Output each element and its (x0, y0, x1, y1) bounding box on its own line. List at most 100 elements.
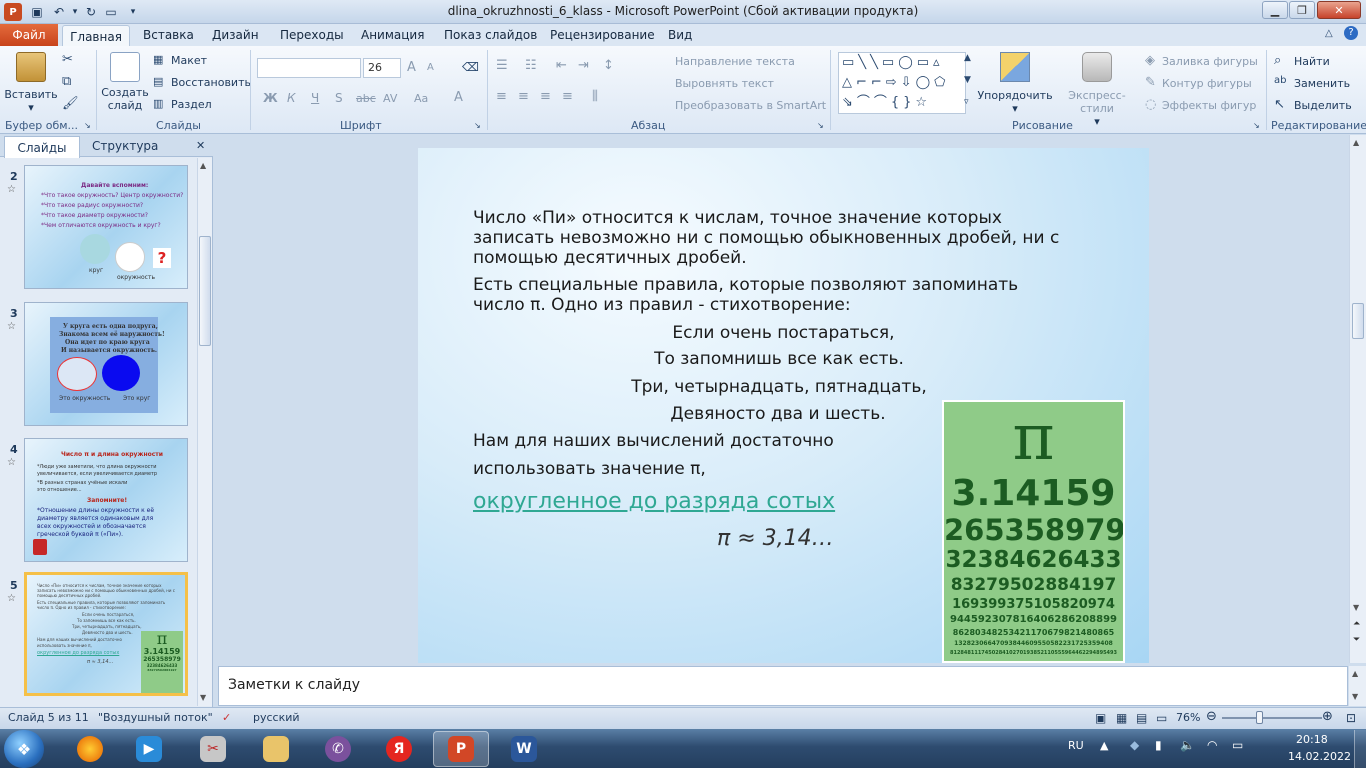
align-text-button[interactable]: Выровнять текст (675, 77, 774, 90)
copy-icon[interactable]: ⧉ (62, 74, 71, 89)
tray-app-icon[interactable]: ◆ (1130, 738, 1139, 752)
tab-design[interactable]: Дизайн (212, 28, 259, 42)
tab-animation[interactable]: Анимация (361, 28, 424, 42)
viber-taskbar-button[interactable]: ✆ (310, 731, 366, 767)
gallery-down-icon[interactable]: ▼ (964, 75, 971, 85)
gallery-more-icon[interactable]: ▿ (964, 97, 969, 107)
tab-home[interactable]: Главная (62, 25, 130, 47)
grow-font-button[interactable]: A (407, 60, 416, 75)
minimize-ribbon-icon[interactable]: △ (1325, 28, 1333, 39)
scroll-down-icon[interactable]: ▼ (1353, 603, 1359, 612)
format-painter-icon[interactable]: 🖌 (62, 96, 79, 111)
volume-icon[interactable]: 🔈 (1180, 738, 1195, 752)
line-spacing-icon[interactable]: ↕ (603, 58, 614, 73)
start-button[interactable]: ❖ (4, 730, 44, 768)
bold-button[interactable]: Ж (263, 91, 278, 105)
scrollbar-thumb[interactable] (199, 236, 211, 346)
scroll-up-icon[interactable]: ▲ (200, 161, 206, 170)
fit-to-window-icon[interactable]: ⊡ (1346, 711, 1356, 725)
battery-icon[interactable]: ▭ (1232, 738, 1243, 752)
firefox-taskbar-button[interactable] (62, 731, 118, 767)
scroll-up-icon[interactable]: ▲ (1352, 669, 1358, 678)
dialog-launcher-icon[interactable]: ↘ (84, 121, 91, 130)
tab-file[interactable]: Файл (0, 24, 58, 46)
theme-name[interactable]: "Воздушный поток" (98, 711, 213, 724)
show-desktop-button[interactable] (1354, 730, 1366, 768)
convert-smartart-button[interactable]: Преобразовать в SmartArt (675, 99, 826, 112)
zoom-in-icon[interactable]: ⊕ (1322, 709, 1333, 724)
section-button[interactable]: Раздел (171, 98, 212, 111)
close-pane-icon[interactable]: ✕ (196, 139, 205, 152)
font-size-combo[interactable]: 26 (363, 58, 401, 78)
notes-scrollbar[interactable]: ▲ ▼ (1349, 666, 1366, 706)
tools-taskbar-button[interactable]: ✂ (185, 731, 241, 767)
tab-outline[interactable]: Структура (92, 139, 158, 153)
dialog-launcher-icon[interactable]: ↘ (474, 121, 481, 130)
reading-view-icon[interactable]: ▤ (1136, 711, 1147, 725)
shape-outline-button[interactable]: Контур фигуры (1162, 77, 1252, 90)
slide-thumbnail-5[interactable]: Число «Пи» относится к числам, точное зн… (24, 572, 188, 696)
wifi-icon[interactable]: ◠ (1207, 738, 1217, 752)
strikethrough-button[interactable]: abc (356, 92, 376, 105)
tab-slideshow[interactable]: Показ слайдов (444, 28, 537, 42)
language-bar[interactable]: RU (1068, 739, 1084, 752)
cut-icon[interactable]: ✂ (62, 52, 73, 67)
help-icon[interactable]: ? (1344, 26, 1358, 40)
restore-button[interactable]: ❐ (1289, 1, 1315, 19)
slide-canvas[interactable]: Число «Пи» относится к числам, точное зн… (418, 148, 1149, 663)
next-slide-icon[interactable]: ⏷ (1353, 635, 1360, 645)
shrink-font-button[interactable]: A (427, 62, 434, 73)
underline-button[interactable]: Ч (311, 91, 319, 105)
text-direction-button[interactable]: Направление текста (675, 55, 795, 68)
clock-date[interactable]: 14.02.2022 (1288, 750, 1351, 763)
bullets-icon[interactable]: ☰ (496, 58, 508, 73)
increase-indent-icon[interactable]: ⇥ (578, 58, 589, 73)
char-spacing-button[interactable]: AV (383, 92, 397, 105)
tab-slides[interactable]: Слайды (4, 136, 80, 158)
powerpoint-taskbar-button[interactable]: P (433, 731, 489, 767)
shapes-gallery[interactable]: ▭╲╲▭◯▭▵ △⌐⌐⇨⇩◯⬠ ⇘⌒⌒{}☆ (838, 52, 966, 114)
tab-transitions[interactable]: Переходы (280, 28, 344, 42)
dialog-launcher-icon[interactable]: ↘ (817, 121, 824, 130)
tab-insert[interactable]: Вставка (143, 28, 194, 42)
change-case-button[interactable]: Aa (414, 92, 428, 105)
numbering-icon[interactable]: ☷ (525, 58, 537, 73)
slide-thumbnail-2[interactable]: Давайте вспомним: *Что такое окружность?… (24, 165, 188, 289)
network-icon[interactable]: ▮ (1155, 738, 1162, 752)
normal-view-icon[interactable]: ▣ (1095, 711, 1106, 725)
clock-time[interactable]: 20:18 (1296, 733, 1328, 746)
reset-button[interactable]: Восстановить (171, 76, 251, 89)
close-button[interactable]: ✕ (1317, 1, 1361, 19)
scroll-down-icon[interactable]: ▼ (200, 693, 206, 702)
zoom-slider-thumb[interactable] (1256, 711, 1263, 724)
explorer-taskbar-button[interactable] (248, 731, 304, 767)
rounding-link[interactable]: округленное до разряда сотых (473, 488, 835, 516)
media-player-taskbar-button[interactable]: ▶ (121, 731, 177, 767)
main-vertical-scrollbar[interactable]: ▲ ▼ ⏶ ⏷ (1349, 135, 1366, 663)
scroll-up-icon[interactable]: ▲ (1353, 138, 1359, 147)
italic-button[interactable]: К (287, 91, 296, 105)
zoom-out-icon[interactable]: ⊖ (1206, 709, 1217, 724)
shadow-button[interactable]: S (335, 91, 343, 105)
find-button[interactable]: Найти (1294, 55, 1330, 68)
align-left-icon[interactable]: ≡ (496, 89, 507, 104)
dialog-launcher-icon[interactable]: ↘ (1253, 121, 1260, 130)
clear-formatting-icon[interactable]: ⌫ (462, 60, 479, 74)
select-button[interactable]: Выделить (1294, 99, 1352, 112)
align-right-icon[interactable]: ≡ (540, 89, 551, 104)
paste-button[interactable]: Вставить ▾ (4, 52, 58, 114)
new-slide-button[interactable]: Создать слайд (101, 52, 149, 112)
notes-pane[interactable]: Заметки к слайду (218, 666, 1348, 706)
columns-icon[interactable]: ⫼ (592, 89, 598, 104)
justify-icon[interactable]: ≡ (562, 89, 573, 104)
minimize-button[interactable]: ▁ (1262, 1, 1288, 19)
decrease-indent-icon[interactable]: ⇤ (556, 58, 567, 73)
shape-effects-button[interactable]: Эффекты фигур (1162, 99, 1256, 112)
word-taskbar-button[interactable]: W (496, 731, 552, 767)
replace-button[interactable]: Заменить (1294, 77, 1350, 90)
quick-styles-button[interactable]: Экспресс-стили ▾ (1055, 52, 1139, 128)
tab-view[interactable]: Вид (668, 28, 692, 42)
zoom-level[interactable]: 76% (1176, 711, 1200, 724)
scroll-down-icon[interactable]: ▼ (1352, 692, 1358, 701)
slide-sorter-icon[interactable]: ▦ (1116, 711, 1127, 725)
